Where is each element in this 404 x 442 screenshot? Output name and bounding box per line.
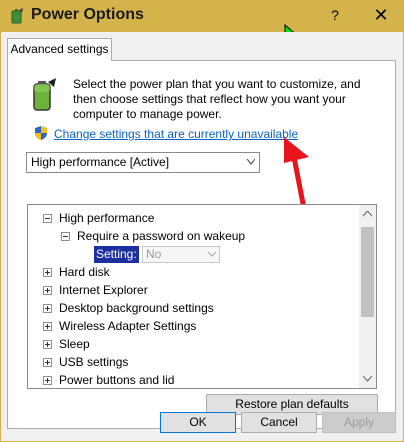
description-text: Select the power plan that you want to c… [73,77,361,121]
setting-value: No [146,247,162,261]
tab-advanced-settings[interactable]: Advanced settings [7,38,112,61]
cancel-button[interactable]: Cancel [241,412,317,433]
ok-button[interactable]: OK [160,412,236,433]
tree-item-label: Internet Explorer [59,283,148,297]
setting-value-dropdown[interactable]: No [142,246,220,263]
tree-item-label: Power buttons and lid [59,373,175,387]
power-options-icon [11,8,23,24]
restore-button-label: Restore plan defaults [235,397,349,411]
tree-item-label: Require a password on wakeup [77,229,246,243]
power-plan-dropdown[interactable]: High performance [Active] [26,152,260,173]
collapse-icon[interactable] [61,232,70,241]
expand-icon[interactable] [43,340,52,349]
expand-icon[interactable] [43,322,52,331]
collapse-icon[interactable] [43,214,52,223]
tree-item-label: Wireless Adapter Settings [59,319,197,333]
setting-row: Setting: No [94,246,224,264]
tree-item-label: USB settings [59,355,129,369]
tree-item-label: Sleep [59,337,90,351]
tree-item-label: Desktop background settings [59,301,214,315]
scrollbar-thumb[interactable] [361,227,374,317]
tree-item-label: High performance [59,211,155,225]
apply-button[interactable]: Apply [322,412,396,433]
advanced-settings-panel: Select the power plan that you want to c… [7,60,396,429]
expand-icon[interactable] [43,376,52,385]
setting-label: Setting: [94,246,139,263]
expand-icon[interactable] [43,268,52,277]
scroll-up-icon[interactable] [363,211,372,217]
shield-icon [35,126,47,140]
settings-tree[interactable]: High performance Require a password on w… [27,204,377,389]
battery-icon [33,78,56,111]
expand-icon[interactable] [43,304,52,313]
help-button[interactable]: ? [322,4,348,26]
power-plan-selected: High performance [Active] [31,155,170,169]
change-settings-link[interactable]: Change settings that are currently unava… [54,127,298,141]
chevron-down-icon [247,159,255,165]
expand-icon[interactable] [43,286,52,295]
window-title: Power Options [31,6,144,23]
scroll-down-icon[interactable] [363,376,372,382]
dialog-body: Advanced settings Select the power plan … [1,32,403,441]
expand-icon[interactable] [43,358,52,367]
close-button[interactable]: ✕ [366,4,396,26]
tree-item-label: Hard disk [59,265,110,279]
tree-scrollbar[interactable] [359,205,376,388]
title-bar[interactable]: Power Options ? ✕ [0,0,404,45]
chevron-down-icon [208,252,216,257]
